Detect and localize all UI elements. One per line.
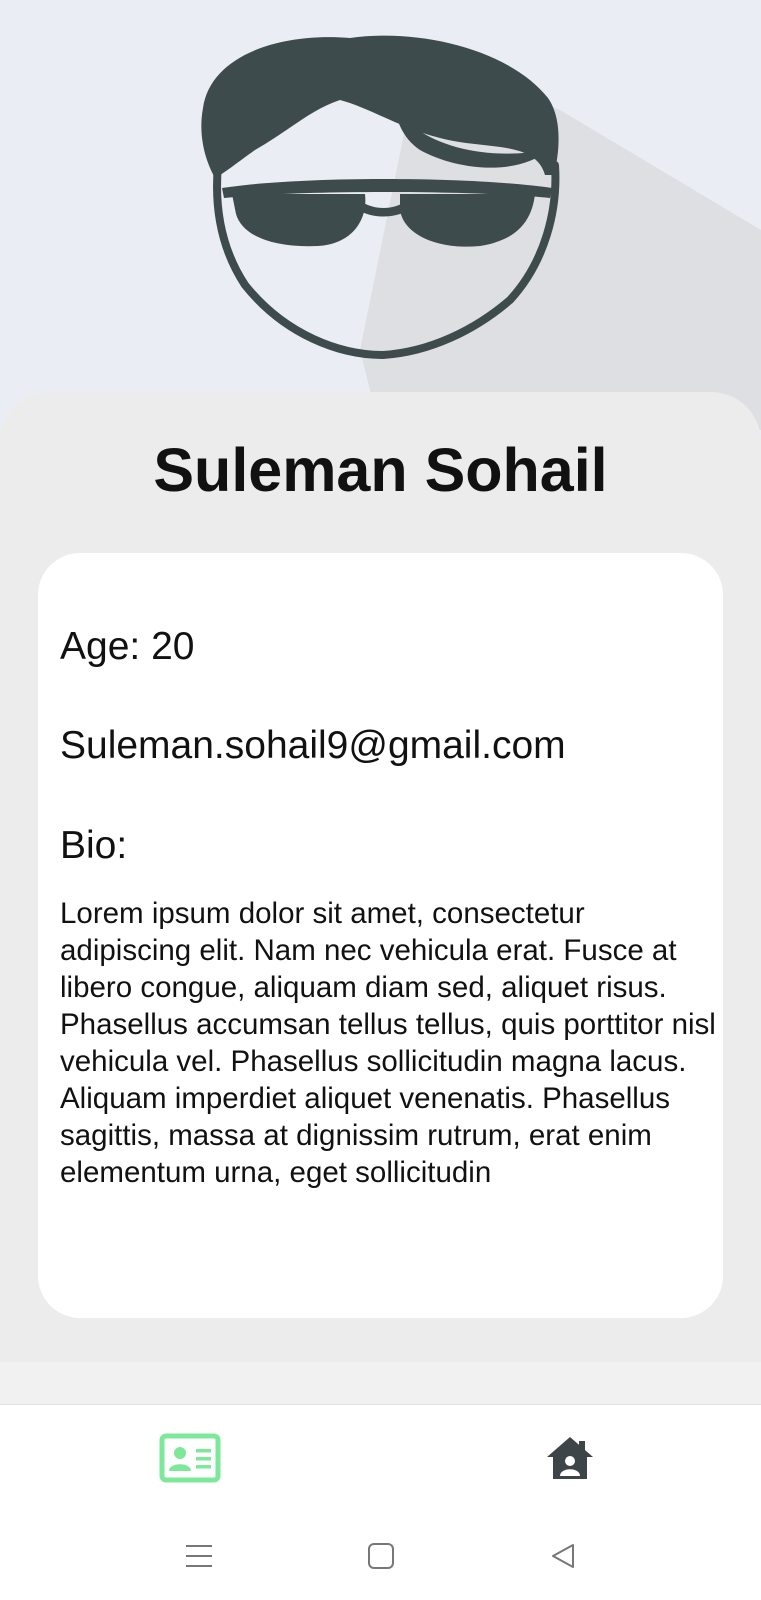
home-icon [547, 1437, 593, 1479]
profile-name: Suleman Sohail [153, 436, 608, 504]
menu-icon [186, 1545, 212, 1567]
bio-label: Bio: [60, 824, 128, 867]
bottom-navigation [0, 1404, 761, 1517]
system-menu-button[interactable] [179, 1536, 219, 1576]
profile-header [0, 0, 761, 430]
sunglasses-avatar-icon [201, 35, 761, 430]
email-text: Suleman.sohail9@gmail.com [60, 724, 566, 767]
home-square-icon [368, 1543, 394, 1569]
age-text: Age: 20 [60, 625, 195, 668]
back-triangle-icon [552, 1544, 574, 1568]
content-footer-spacer [0, 1362, 761, 1404]
info-card: Age: 20 Suleman.sohail9@gmail.com Bio: L… [38, 553, 723, 1318]
profile-card-icon [159, 1433, 221, 1483]
system-navigation-bar [0, 1516, 761, 1600]
system-back-button[interactable] [543, 1536, 583, 1576]
bio-text: Lorem ipsum dolor sit amet, consectetur … [60, 897, 716, 1189]
system-home-button[interactable] [361, 1536, 401, 1576]
nav-profile-button[interactable] [155, 1429, 225, 1487]
nav-home-button[interactable] [535, 1429, 605, 1487]
